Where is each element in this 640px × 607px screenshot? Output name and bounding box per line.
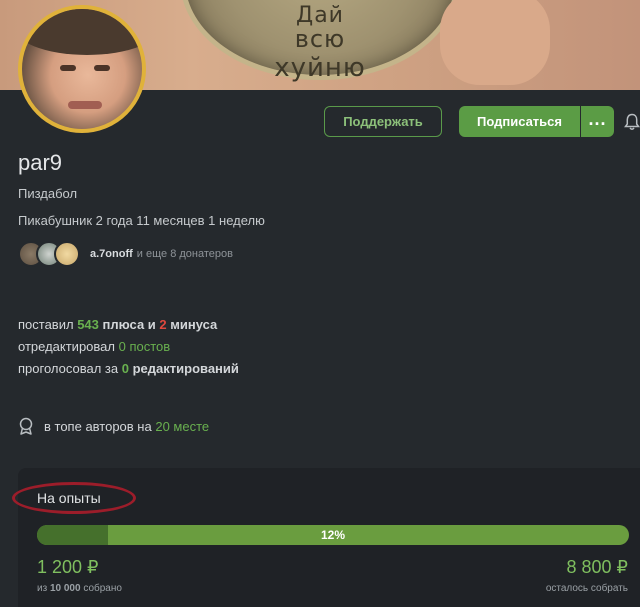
goal-title: На опыты (37, 490, 101, 506)
remaining-caption: осталось собрать (545, 583, 628, 594)
voted-count: 0 (121, 361, 129, 376)
avatar-eye (60, 65, 76, 71)
minuses-count: 2 (159, 317, 167, 332)
top-donor-link[interactable]: a.7onoff (90, 248, 133, 260)
more-dots-icon: ... (588, 108, 607, 129)
goal-progress-bar: 12% (37, 525, 629, 545)
support-button[interactable]: Поддержать (324, 106, 442, 137)
more-options-button[interactable]: ... (581, 106, 614, 137)
donors-more-text[interactable]: и еще 8 донатеров (137, 248, 233, 260)
remaining-amount: 8 800 ₽ (566, 557, 629, 577)
coin-image: Дай всю хуйню (180, 0, 460, 83)
goal-total: 10 000 (49, 583, 81, 594)
stat-label: поставил (18, 317, 74, 332)
collected-caption-suffix: собрано (83, 583, 122, 594)
collected-caption: из 10 000 собрано (37, 583, 122, 594)
author-rank[interactable]: в топе авторов на 20 месте (18, 416, 209, 436)
stat-label: отредактировал (18, 339, 115, 354)
goal-progress-label: 12% (320, 528, 346, 542)
edited-count: 0 постов (118, 339, 171, 354)
collected-caption-prefix: из (37, 583, 48, 594)
donors-row[interactable]: a.7onoff и еще 8 донатеров (18, 240, 233, 268)
coin-text-line: всю (294, 25, 346, 53)
donor-avatar[interactable] (54, 241, 80, 267)
username: par9 (18, 150, 63, 175)
stat-label: проголосовал за (18, 361, 119, 376)
coin-text-line: хуйню (274, 53, 366, 83)
subscribe-button[interactable]: Подписаться (459, 106, 580, 137)
stat-edited: отредактировал 0 постов (18, 336, 239, 358)
stat-label: минуса (170, 317, 218, 332)
medal-icon (19, 417, 33, 435)
avatar-mouth (68, 101, 102, 109)
collected-amount: 1 200 ₽ (37, 557, 99, 577)
fundraising-card: На опыты 12% 1 200 ₽ из 10 000 собрано 8… (12, 468, 640, 607)
user-status: Пиздабол (18, 186, 78, 201)
stat-label: редактирований (132, 361, 239, 376)
bell-icon[interactable] (624, 113, 640, 131)
stat-votes: поставил 543 плюса и 2 минуса (18, 314, 239, 336)
stat-label: плюса и (102, 317, 156, 332)
membership-duration: Пикабушник 2 года 11 месяцев 1 неделю (18, 213, 265, 228)
user-stats: поставил 543 плюса и 2 минуса отредактир… (18, 314, 239, 380)
stat-voted: проголосовал за 0 редактирований (18, 358, 239, 380)
pluses-count: 543 (77, 317, 99, 332)
rank-value: 20 месте (155, 418, 210, 434)
rank-label: в топе авторов на (44, 418, 152, 434)
avatar-hair (22, 9, 142, 55)
avatar[interactable] (18, 5, 146, 133)
avatar-eye (94, 65, 110, 71)
banner-hand (440, 0, 550, 85)
